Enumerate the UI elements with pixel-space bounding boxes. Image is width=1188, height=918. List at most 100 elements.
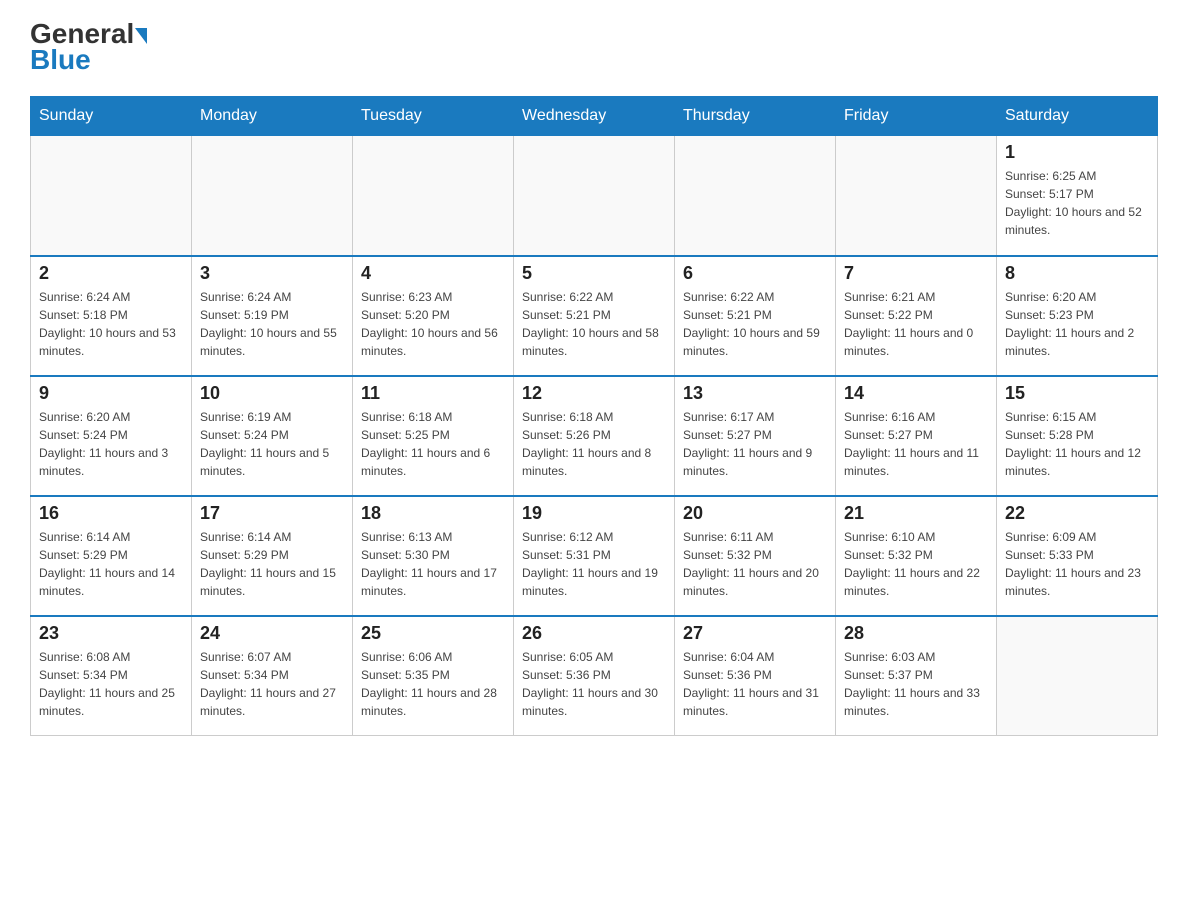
calendar-cell: 27 Sunrise: 6:04 AM Sunset: 5:36 PM Dayli… [675, 616, 836, 736]
calendar-cell: 19Sunrise: 6:12 AM Sunset: 5:31 PM Dayli… [514, 496, 675, 616]
calendar-header-saturday: Saturday [997, 97, 1158, 136]
calendar-week-row: 1 Sunrise: 6:25 AM Sunset: 5:17 PM Daylig… [31, 136, 1158, 256]
day-info: Sunrise: 6:15 AM Sunset: 5:28 PM Dayligh… [1005, 408, 1149, 480]
day-number: 20 [683, 503, 827, 524]
day-info: Sunrise: 6:20 AM Sunset: 5:23 PM Dayligh… [1005, 288, 1149, 360]
calendar-header-thursday: Thursday [675, 97, 836, 136]
day-info: Sunrise: 6:20 AM Sunset: 5:24 PM Dayligh… [39, 408, 183, 480]
day-info: Sunrise: 6:22 AM Sunset: 5:21 PM Dayligh… [683, 288, 827, 360]
day-number: 27 [683, 623, 827, 644]
day-info: Sunrise: 6:07 AM Sunset: 5:34 PM Dayligh… [200, 648, 344, 720]
calendar-header-row: SundayMondayTuesdayWednesdayThursdayFrid… [31, 97, 1158, 136]
day-info: Sunrise: 6:08 AM Sunset: 5:34 PM Dayligh… [39, 648, 183, 720]
day-info: Sunrise: 6:24 AM Sunset: 5:19 PM Dayligh… [200, 288, 344, 360]
day-number: 17 [200, 503, 344, 524]
day-number: 8 [1005, 263, 1149, 284]
day-number: 24 [200, 623, 344, 644]
day-info: Sunrise: 6:12 AM Sunset: 5:31 PM Dayligh… [522, 528, 666, 600]
day-info: Sunrise: 6:23 AM Sunset: 5:20 PM Dayligh… [361, 288, 505, 360]
day-number: 7 [844, 263, 988, 284]
day-number: 9 [39, 383, 183, 404]
calendar-cell: 28 Sunrise: 6:03 AM Sunset: 5:37 PM Dayli… [836, 616, 997, 736]
day-number: 14 [844, 383, 988, 404]
calendar-cell: 4 Sunrise: 6:23 AM Sunset: 5:20 PM Daylig… [353, 256, 514, 376]
calendar-cell: 12Sunrise: 6:18 AM Sunset: 5:26 PM Dayli… [514, 376, 675, 496]
day-number: 13 [683, 383, 827, 404]
logo: General Blue [30, 20, 147, 76]
day-info: Sunrise: 6:06 AM Sunset: 5:35 PM Dayligh… [361, 648, 505, 720]
calendar-table: SundayMondayTuesdayWednesdayThursdayFrid… [30, 96, 1158, 736]
calendar-header-tuesday: Tuesday [353, 97, 514, 136]
calendar-cell: 8 Sunrise: 6:20 AM Sunset: 5:23 PM Daylig… [997, 256, 1158, 376]
day-number: 21 [844, 503, 988, 524]
calendar-cell: 1 Sunrise: 6:25 AM Sunset: 5:17 PM Daylig… [997, 136, 1158, 256]
day-info: Sunrise: 6:21 AM Sunset: 5:22 PM Dayligh… [844, 288, 988, 360]
calendar-cell [192, 136, 353, 256]
day-number: 26 [522, 623, 666, 644]
day-number: 12 [522, 383, 666, 404]
logo-blue: Blue [30, 44, 91, 76]
day-number: 28 [844, 623, 988, 644]
calendar-week-row: 23 Sunrise: 6:08 AM Sunset: 5:34 PM Dayli… [31, 616, 1158, 736]
calendar-cell: 20 Sunrise: 6:11 AM Sunset: 5:32 PM Dayli… [675, 496, 836, 616]
day-info: Sunrise: 6:09 AM Sunset: 5:33 PM Dayligh… [1005, 528, 1149, 600]
calendar-cell: 25 Sunrise: 6:06 AM Sunset: 5:35 PM Dayli… [353, 616, 514, 736]
calendar-cell: 6Sunrise: 6:22 AM Sunset: 5:21 PM Daylig… [675, 256, 836, 376]
day-number: 3 [200, 263, 344, 284]
calendar-cell [836, 136, 997, 256]
day-info: Sunrise: 6:19 AM Sunset: 5:24 PM Dayligh… [200, 408, 344, 480]
calendar-cell: 13 Sunrise: 6:17 AM Sunset: 5:27 PM Dayli… [675, 376, 836, 496]
day-number: 4 [361, 263, 505, 284]
day-number: 10 [200, 383, 344, 404]
day-number: 5 [522, 263, 666, 284]
day-info: Sunrise: 6:17 AM Sunset: 5:27 PM Dayligh… [683, 408, 827, 480]
day-number: 25 [361, 623, 505, 644]
calendar-cell: 18Sunrise: 6:13 AM Sunset: 5:30 PM Dayli… [353, 496, 514, 616]
day-info: Sunrise: 6:22 AM Sunset: 5:21 PM Dayligh… [522, 288, 666, 360]
day-info: Sunrise: 6:13 AM Sunset: 5:30 PM Dayligh… [361, 528, 505, 600]
calendar-cell: 15 Sunrise: 6:15 AM Sunset: 5:28 PM Dayli… [997, 376, 1158, 496]
calendar-cell [514, 136, 675, 256]
day-info: Sunrise: 6:16 AM Sunset: 5:27 PM Dayligh… [844, 408, 988, 480]
day-info: Sunrise: 6:04 AM Sunset: 5:36 PM Dayligh… [683, 648, 827, 720]
day-number: 15 [1005, 383, 1149, 404]
day-info: Sunrise: 6:14 AM Sunset: 5:29 PM Dayligh… [39, 528, 183, 600]
calendar-cell: 7 Sunrise: 6:21 AM Sunset: 5:22 PM Daylig… [836, 256, 997, 376]
calendar-cell: 26 Sunrise: 6:05 AM Sunset: 5:36 PM Dayli… [514, 616, 675, 736]
day-number: 2 [39, 263, 183, 284]
day-number: 22 [1005, 503, 1149, 524]
calendar-cell: 2 Sunrise: 6:24 AM Sunset: 5:18 PM Daylig… [31, 256, 192, 376]
day-info: Sunrise: 6:24 AM Sunset: 5:18 PM Dayligh… [39, 288, 183, 360]
day-info: Sunrise: 6:14 AM Sunset: 5:29 PM Dayligh… [200, 528, 344, 600]
calendar-cell: 16 Sunrise: 6:14 AM Sunset: 5:29 PM Dayli… [31, 496, 192, 616]
calendar-cell: 5 Sunrise: 6:22 AM Sunset: 5:21 PM Daylig… [514, 256, 675, 376]
calendar-cell [353, 136, 514, 256]
day-info: Sunrise: 6:11 AM Sunset: 5:32 PM Dayligh… [683, 528, 827, 600]
calendar-header-friday: Friday [836, 97, 997, 136]
day-info: Sunrise: 6:03 AM Sunset: 5:37 PM Dayligh… [844, 648, 988, 720]
calendar-week-row: 2 Sunrise: 6:24 AM Sunset: 5:18 PM Daylig… [31, 256, 1158, 376]
calendar-cell: 10 Sunrise: 6:19 AM Sunset: 5:24 PM Dayli… [192, 376, 353, 496]
calendar-cell [31, 136, 192, 256]
day-info: Sunrise: 6:05 AM Sunset: 5:36 PM Dayligh… [522, 648, 666, 720]
calendar-cell: 14 Sunrise: 6:16 AM Sunset: 5:27 PM Dayli… [836, 376, 997, 496]
calendar-cell: 23 Sunrise: 6:08 AM Sunset: 5:34 PM Dayli… [31, 616, 192, 736]
day-number: 23 [39, 623, 183, 644]
day-info: Sunrise: 6:18 AM Sunset: 5:25 PM Dayligh… [361, 408, 505, 480]
calendar-cell: 17 Sunrise: 6:14 AM Sunset: 5:29 PM Dayli… [192, 496, 353, 616]
calendar-week-row: 9 Sunrise: 6:20 AM Sunset: 5:24 PM Daylig… [31, 376, 1158, 496]
day-info: Sunrise: 6:10 AM Sunset: 5:32 PM Dayligh… [844, 528, 988, 600]
day-info: Sunrise: 6:25 AM Sunset: 5:17 PM Dayligh… [1005, 167, 1149, 239]
calendar-cell: 22 Sunrise: 6:09 AM Sunset: 5:33 PM Dayli… [997, 496, 1158, 616]
calendar-cell [675, 136, 836, 256]
calendar-cell: 11 Sunrise: 6:18 AM Sunset: 5:25 PM Dayli… [353, 376, 514, 496]
calendar-cell: 24 Sunrise: 6:07 AM Sunset: 5:34 PM Dayli… [192, 616, 353, 736]
calendar-cell: 9 Sunrise: 6:20 AM Sunset: 5:24 PM Daylig… [31, 376, 192, 496]
day-number: 1 [1005, 142, 1149, 163]
day-number: 16 [39, 503, 183, 524]
calendar-cell: 21 Sunrise: 6:10 AM Sunset: 5:32 PM Dayli… [836, 496, 997, 616]
calendar-week-row: 16 Sunrise: 6:14 AM Sunset: 5:29 PM Dayli… [31, 496, 1158, 616]
day-number: 11 [361, 383, 505, 404]
calendar-cell: 3 Sunrise: 6:24 AM Sunset: 5:19 PM Daylig… [192, 256, 353, 376]
page-header: General Blue [30, 20, 1158, 76]
